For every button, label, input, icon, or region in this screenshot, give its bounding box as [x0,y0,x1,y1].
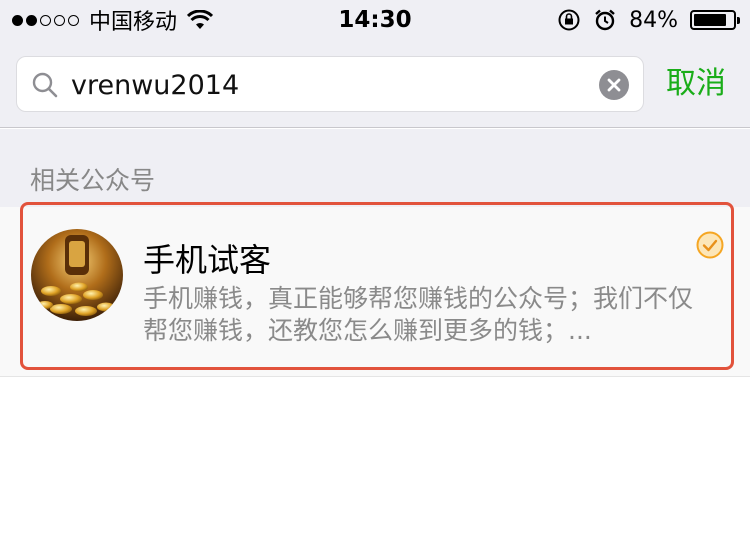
search-bar: 取消 [0,40,750,128]
status-right: 84% [557,6,740,34]
battery-level [694,14,726,26]
highlight-outline [20,202,734,370]
orientation-lock-icon [558,9,580,31]
battery-icon [690,10,740,30]
section-header: 相关公众号 [0,129,750,209]
alarm-icon [595,9,615,31]
section-title: 相关公众号 [30,166,156,195]
search-input[interactable] [71,65,591,105]
status-bar: 中国移动 14:30 84% [0,0,750,40]
cancel-button[interactable]: 取消 [666,62,726,106]
clear-search-icon[interactable] [599,70,629,100]
battery-percent: 84% [629,7,678,33]
search-box[interactable] [16,56,644,112]
search-icon [32,72,58,98]
